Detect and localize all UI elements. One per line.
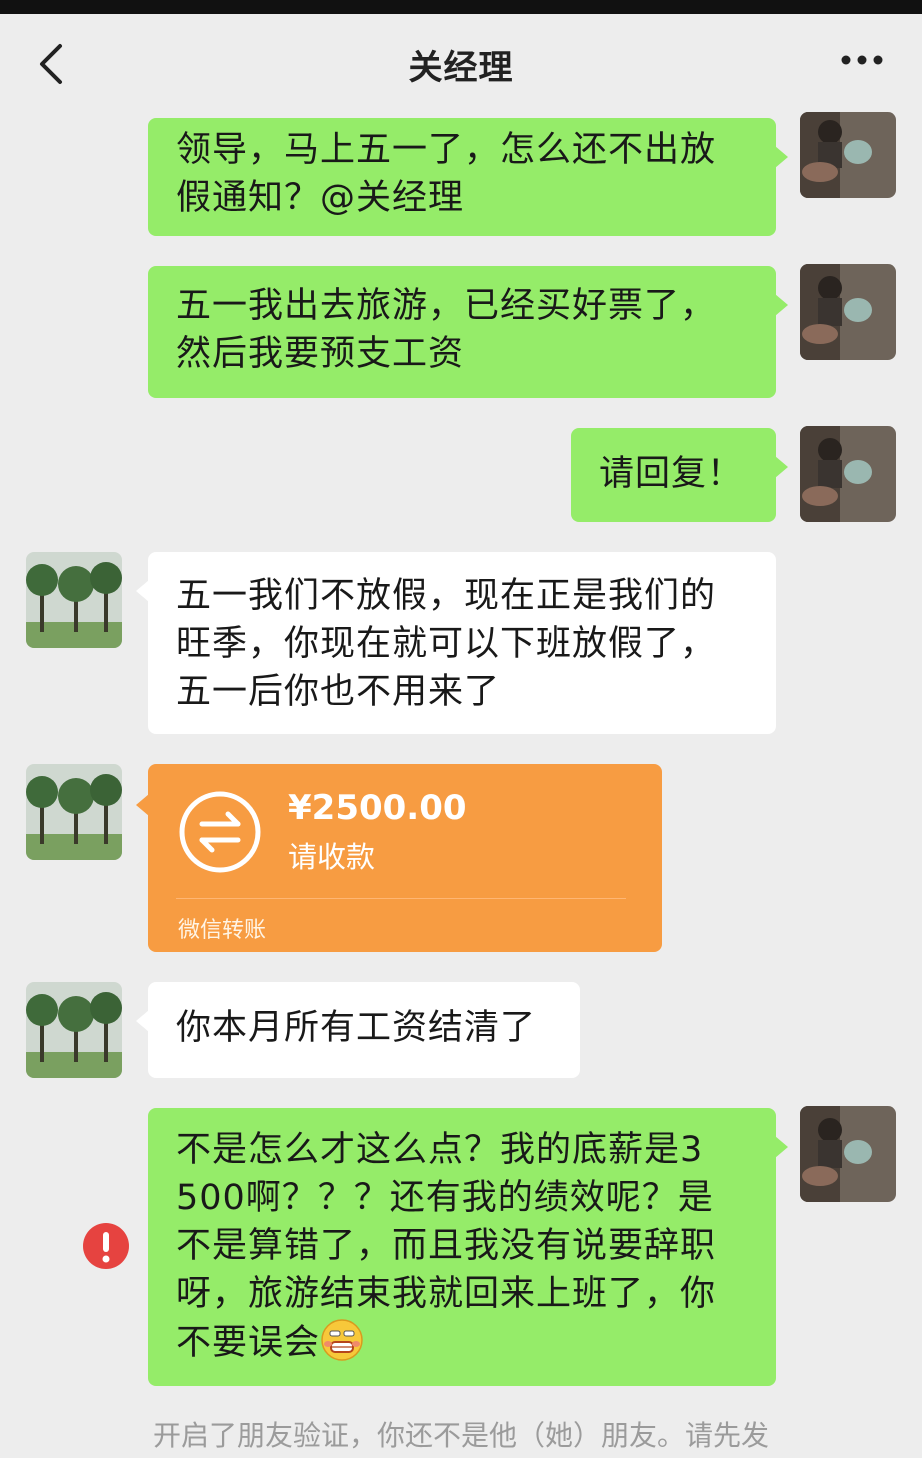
message-bubble-mine[interactable]: 五一我出去旅游，已经买好票了， 然后我要预支工资 bbox=[148, 266, 788, 398]
message-line-with-emoji: 不要误会 bbox=[176, 1318, 748, 1367]
my-avatar[interactable] bbox=[800, 426, 896, 522]
transfer-card[interactable]: ¥2500.00 请收款 微信转账 bbox=[136, 764, 662, 952]
transfer-note: 请收款 bbox=[288, 840, 376, 874]
grimace-emoji bbox=[321, 1319, 363, 1361]
more-button[interactable] bbox=[838, 48, 886, 72]
message-line: 不要误会 bbox=[176, 1323, 321, 1363]
status-bar-strip bbox=[0, 0, 922, 14]
message-bubble-contact[interactable]: 你本月所有工资结清了 bbox=[136, 982, 580, 1078]
message-bubble-contact[interactable]: 五一我们不放假，现在正是我们的 旺季，你现在就可以下班放假了， 五一后你也不用来… bbox=[136, 552, 776, 734]
contact-avatar[interactable] bbox=[26, 552, 122, 648]
message-line: 你本月所有工资结清了 bbox=[176, 1008, 537, 1048]
my-avatar[interactable] bbox=[800, 264, 896, 360]
message-line: 不是算错了，而且我没有说要辞职 bbox=[176, 1226, 717, 1266]
transfer-divider bbox=[176, 898, 626, 899]
contact-avatar[interactable] bbox=[26, 764, 122, 860]
message-line: 五一我出去旅游，已经买好票了， bbox=[176, 286, 717, 326]
message-line: 然后我要预支工资 bbox=[176, 334, 465, 374]
message-line: 五一我们不放假，现在正是我们的 bbox=[176, 576, 717, 616]
more-dots-icon bbox=[841, 55, 883, 65]
my-avatar[interactable] bbox=[800, 1106, 896, 1202]
message-bubble-mine[interactable]: 不是怎么才这么点？我的底薪是3 500啊？？？还有我的绩效呢？是 不是算错了，而… bbox=[148, 1108, 788, 1386]
send-failed-icon[interactable] bbox=[82, 1222, 130, 1270]
chat-title: 关经理 bbox=[408, 48, 514, 88]
message-line: 呀，旅游结束我就回来上班了，你 bbox=[176, 1274, 717, 1314]
message-line: 五一后你也不用来了 bbox=[176, 672, 501, 712]
contact-avatar[interactable] bbox=[26, 982, 122, 1078]
message-line: 请回复！ bbox=[599, 454, 744, 494]
chat-header: 关经理 bbox=[0, 14, 922, 110]
system-notice: 开启了朋友验证，你还不是他（她）朋友。请先发 bbox=[152, 1419, 769, 1452]
message-line: 500啊？？？还有我的绩效呢？是 bbox=[176, 1178, 714, 1218]
my-avatar[interactable] bbox=[800, 112, 896, 198]
transfer-amount: ¥2500.00 bbox=[288, 788, 467, 828]
transfer-arrows-icon bbox=[179, 791, 261, 873]
transfer-label: 微信转账 bbox=[178, 918, 267, 943]
message-line: 假通知？@关经理 bbox=[176, 178, 465, 218]
message-line: 不是怎么才这么点？我的底薪是3 bbox=[176, 1130, 704, 1170]
message-line: 领导，马上五一了，怎么还不出放 bbox=[176, 130, 717, 170]
message-line: 旺季，你现在就可以下班放假了， bbox=[176, 624, 717, 664]
message-bubble-mine[interactable]: 请回复！ bbox=[571, 428, 788, 522]
message-bubble-mine[interactable]: 领导，马上五一了，怎么还不出放 假通知？@关经理 bbox=[148, 118, 788, 236]
